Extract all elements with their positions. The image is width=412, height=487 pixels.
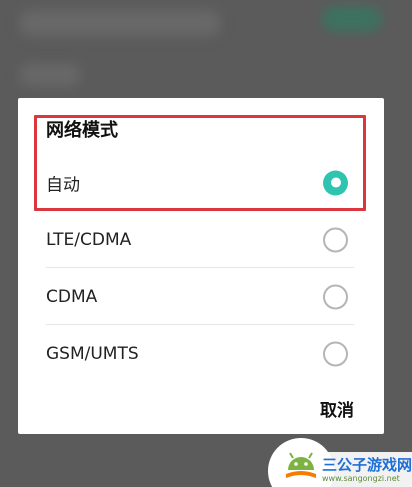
option-label: CDMA	[46, 286, 98, 307]
watermark-url: www.sangongzi.net	[322, 474, 400, 483]
radio-unselected-icon[interactable]	[323, 341, 348, 367]
option-gsm-umts[interactable]: GSM/UMTS	[46, 326, 354, 382]
highlight-annotation-box	[34, 115, 366, 211]
option-lte-cdma[interactable]: LTE/CDMA	[46, 212, 354, 268]
option-label: LTE/CDMA	[46, 229, 132, 250]
option-label: GSM/UMTS	[46, 344, 139, 364]
android-mascot-icon	[286, 452, 316, 478]
option-cdma[interactable]: CDMA	[46, 269, 354, 325]
radio-unselected-icon[interactable]	[323, 227, 348, 252]
radio-unselected-icon[interactable]	[323, 284, 348, 309]
watermark-title: 三公子游戏网	[322, 456, 412, 474]
cancel-button[interactable]: 取消	[320, 396, 354, 421]
